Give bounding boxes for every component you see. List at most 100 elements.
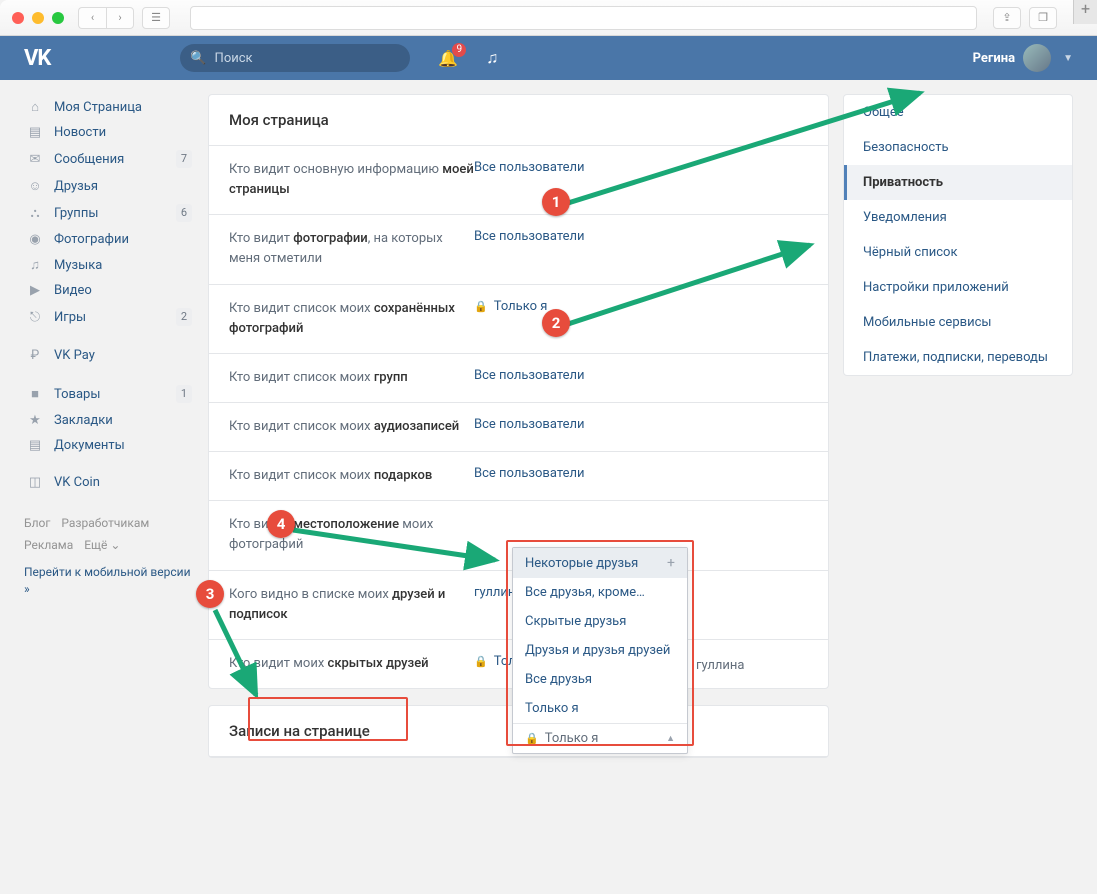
privacy-row: Кто видит список моих подарковВсе пользо… — [209, 452, 828, 501]
nav-item-vk-coin[interactable]: ◫ VK Coin — [24, 470, 194, 495]
vk-logo[interactable]: VK — [24, 46, 50, 71]
nav-item-игры[interactable]: ⎋Игры2 — [24, 303, 194, 331]
search-icon: 🔍 — [190, 51, 206, 66]
nav-label: Закладки — [54, 413, 113, 428]
nav-label: Сообщения — [54, 152, 124, 167]
dropdown-option[interactable]: Все друзья — [513, 665, 687, 694]
tabs-button[interactable]: ❐ — [1029, 7, 1057, 29]
privacy-row-value[interactable]: Все пользователи — [474, 160, 585, 175]
music-icon[interactable]: ♫ — [486, 48, 498, 68]
nav-icon: ☺ — [26, 178, 44, 194]
dropdown-option-label: Все друзья, кроме… — [525, 585, 645, 600]
privacy-row-value[interactable]: Все пользователи — [474, 368, 585, 383]
back-button[interactable]: ‹ — [78, 7, 106, 29]
close-window-dot[interactable] — [12, 12, 24, 24]
privacy-row-value[interactable]: Все пользователи — [474, 466, 585, 481]
minimize-window-dot[interactable] — [32, 12, 44, 24]
privacy-row-label: Кто видит список моих аудиозаписей — [229, 417, 474, 437]
url-bar[interactable] — [190, 6, 977, 30]
nav-label: VK Coin — [54, 475, 100, 490]
new-tab-button[interactable]: + — [1073, 0, 1097, 24]
nav-item-закладки[interactable]: ★Закладки — [24, 408, 194, 433]
privacy-row-value[interactable]: 🔒Только я — [474, 299, 547, 314]
privacy-row-label: Кто видит список моих подарков — [229, 466, 474, 486]
privacy-row: Кто видит список моих аудиозаписейВсе по… — [209, 403, 828, 452]
notifications-icon[interactable]: 🔔 9 — [438, 49, 458, 68]
lock-icon: 🔒 — [525, 732, 539, 745]
privacy-row-label: Кто видит список моих групп — [229, 368, 474, 388]
settings-nav: ОбщееБезопасностьПриватностьУведомленияЧ… — [843, 94, 1073, 376]
dropdown-option[interactable]: Только я — [513, 694, 687, 723]
settings-nav-item[interactable]: Уведомления — [844, 200, 1072, 235]
nav-item-товары[interactable]: ■Товары1 — [24, 380, 194, 408]
nav-label: VK Pay — [54, 348, 95, 363]
partial-value-text: гуллина — [696, 658, 744, 673]
avatar — [1023, 44, 1051, 72]
lock-icon: 🔒 — [474, 300, 488, 313]
dropdown-option[interactable]: Скрытые друзья — [513, 607, 687, 636]
left-nav: ⌂Моя Страница▤Новости✉Сообщения7 ☺ Друзья ⛬… — [24, 94, 194, 598]
search-input[interactable]: 🔍 Поиск — [180, 44, 410, 72]
footer-more-link[interactable]: Ещё ⌄ — [84, 538, 120, 552]
nav-item-новости[interactable]: ▤Новости — [24, 120, 194, 145]
nav-item-сообщения[interactable]: ✉Сообщения7 — [24, 145, 194, 173]
nav-item-vk-pay[interactable]: ₽ VK Pay — [24, 343, 194, 368]
privacy-value-text: Все пользователи — [474, 160, 585, 175]
dropdown-option-label: Скрытые друзья — [525, 614, 626, 629]
privacy-dropdown[interactable]: Некоторые друзья + Все друзья, кроме… Скрыт… — [512, 547, 688, 754]
mobile-version-link[interactable]: Перейти к мобильной версии » — [24, 564, 194, 598]
dropdown-option[interactable]: Друзья и друзья друзей — [513, 636, 687, 665]
footer-dev-link[interactable]: Разработчикам — [61, 516, 149, 530]
privacy-value-text: Все пользователи — [474, 466, 585, 481]
settings-nav-item[interactable]: Приватность — [844, 165, 1072, 200]
nav-icon: ₽ — [26, 348, 44, 363]
user-menu[interactable]: Регина ▼ — [973, 44, 1073, 72]
caret-up-icon: ▲ — [666, 733, 675, 744]
nav-item-друзья[interactable]: ☺ Друзья — [24, 173, 194, 199]
settings-nav-item[interactable]: Безопасность — [844, 130, 1072, 165]
nav-label: Моя Страница — [54, 100, 142, 115]
settings-nav-item[interactable]: Платежи, подписки, переводы — [844, 340, 1072, 375]
nav-label: Документы — [54, 438, 125, 453]
search-placeholder: Поиск — [215, 51, 253, 66]
dropdown-option-label: Все друзья — [525, 672, 592, 687]
dropdown-option[interactable]: Все друзья, кроме… — [513, 578, 687, 607]
nav-icon: ◉ — [26, 232, 44, 247]
share-button[interactable]: ⇪ — [993, 7, 1021, 29]
settings-nav-item[interactable]: Мобильные сервисы — [844, 305, 1072, 340]
zoom-window-dot[interactable] — [52, 12, 64, 24]
nav-item-фотографии[interactable]: ◉ Фотографии — [24, 227, 194, 252]
nav-label: Товары — [54, 387, 100, 402]
nav-icon: ◫ — [26, 475, 44, 490]
sidebar-toggle[interactable]: ☰ — [142, 7, 170, 29]
forward-button[interactable]: › — [106, 7, 134, 29]
titlebar-right-buttons: ⇪ ❐ — [993, 7, 1057, 29]
nav-item-документы[interactable]: ▤ Документы — [24, 433, 194, 458]
privacy-row: Кто видит список моих сохранённых фотогр… — [209, 285, 828, 354]
nav-label: Друзья — [54, 179, 98, 194]
privacy-row-value[interactable]: Все пользователи — [474, 417, 585, 432]
settings-nav-item[interactable]: Настройки приложений — [844, 270, 1072, 305]
nav-icon: ▶ — [26, 283, 44, 298]
nav-item-видео[interactable]: ▶Видео — [24, 278, 194, 303]
dropdown-option[interactable]: Некоторые друзья + — [513, 548, 687, 578]
privacy-row-value[interactable]: Все пользователи — [474, 229, 585, 244]
footer-blog-link[interactable]: Блог — [24, 516, 50, 530]
nav-label: Музыка — [54, 258, 102, 273]
privacy-row-label: Кто видит фотографии, на которых меня от… — [229, 229, 474, 269]
plus-icon: + — [667, 555, 675, 571]
privacy-value-text: Все пользователи — [474, 417, 585, 432]
nav-item-музыка[interactable]: ♫Музыка — [24, 252, 194, 278]
dropdown-selected[interactable]: 🔒 Только я ▲ — [513, 723, 687, 753]
dropdown-option-label: Некоторые друзья — [525, 556, 638, 571]
privacy-row: Кто видит список моих группВсе пользоват… — [209, 354, 828, 403]
nav-icon: ▤ — [26, 438, 44, 453]
nav-label: Фотографии — [54, 232, 129, 247]
nav-item-группы[interactable]: ⛬Группы6 — [24, 199, 194, 227]
dropdown-option-label: Друзья и друзья друзей — [525, 643, 670, 658]
settings-nav-item[interactable]: Общее — [844, 95, 1072, 130]
settings-nav-item[interactable]: Чёрный список — [844, 235, 1072, 270]
footer-ads-link[interactable]: Реклама — [24, 538, 73, 552]
nav-count: 6 — [176, 204, 192, 222]
nav-item-моя-страница[interactable]: ⌂Моя Страница — [24, 94, 194, 120]
